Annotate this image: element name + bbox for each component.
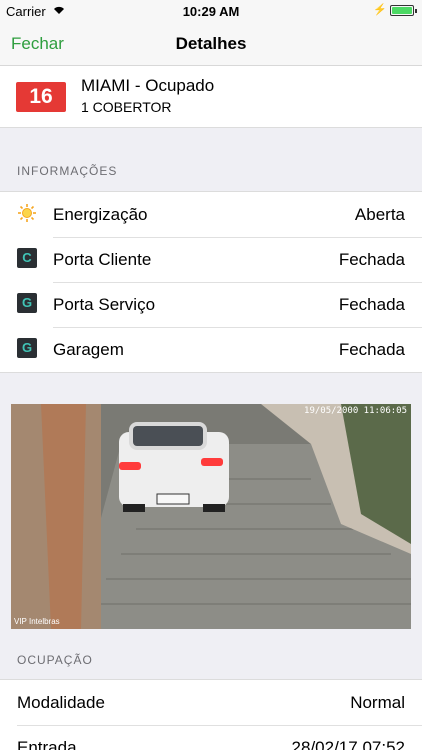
info-row-energizacao[interactable]: Energização Aberta — [0, 192, 422, 237]
info-value: Aberta — [354, 205, 405, 224]
info-label: Porta Cliente — [53, 250, 152, 269]
occupancy-row-entrada[interactable]: Entrada 28/02/17 07:52 — [0, 725, 422, 750]
occupancy-list: Modalidade Normal Entrada 28/02/17 07:52 — [0, 679, 422, 750]
room-number-badge: 16 — [16, 82, 66, 112]
charging-icon: ⚡ — [373, 4, 387, 16]
info-label: Garagem — [53, 340, 124, 359]
clock: 10:29 AM — [182, 4, 240, 19]
occupancy-value: Normal — [350, 693, 405, 712]
occupancy-value: 28/02/17 07:52 — [291, 738, 405, 750]
car-shape — [119, 422, 229, 512]
room-header: 16 MIAMI - Ocupado 1 COBERTOR — [0, 66, 422, 128]
client-door-icon: C — [17, 248, 37, 268]
info-label: Energização — [53, 205, 148, 224]
info-value: Fechada — [338, 295, 405, 314]
occupancy-row-modalidade[interactable]: Modalidade Normal — [0, 680, 422, 725]
info-value: Fechada — [338, 340, 405, 359]
info-list: Energização Aberta C Porta Cliente Fecha… — [0, 191, 422, 373]
battery-icon — [390, 5, 417, 16]
info-row-porta-cliente[interactable]: C Porta Cliente Fechada — [0, 237, 422, 282]
info-value: Fechada — [338, 250, 405, 269]
page-title: Detalhes — [175, 34, 247, 53]
navigation-bar: Fechar Detalhes — [0, 22, 422, 66]
section-header-ocupacao: OCUPAÇÃO — [17, 653, 93, 667]
camera-timestamp: 19/05/2000 11:06:05 — [304, 406, 407, 416]
camera-scene — [11, 404, 411, 629]
room-title: MIAMI - Ocupado — [81, 76, 215, 95]
info-label: Porta Serviço — [53, 295, 156, 314]
service-door-icon: G — [17, 293, 37, 313]
occupancy-label: Entrada — [17, 738, 77, 750]
garage-camera-image[interactable]: 19/05/2000 11:06:05 VIP Intelbras — [11, 404, 411, 629]
status-bar: Carrier 10:29 AM ⚡ — [0, 0, 422, 22]
garage-icon: G — [17, 338, 37, 358]
occupancy-label: Modalidade — [17, 693, 105, 712]
sun-icon — [18, 204, 36, 222]
info-row-porta-servico[interactable]: G Porta Serviço Fechada — [0, 282, 422, 327]
info-row-garagem[interactable]: G Garagem Fechada — [0, 327, 422, 372]
room-subtitle: 1 COBERTOR — [81, 99, 172, 115]
camera-brand: VIP Intelbras — [14, 617, 60, 626]
section-header-informacoes: INFORMAÇÕES — [17, 164, 118, 178]
